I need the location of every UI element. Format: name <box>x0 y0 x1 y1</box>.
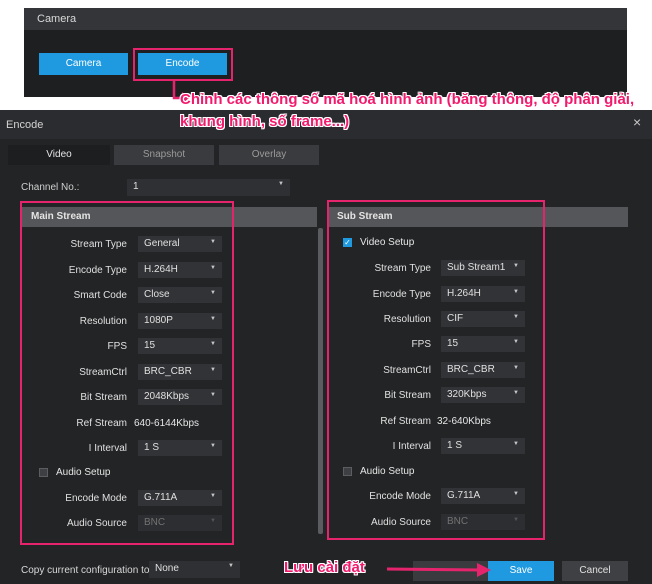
tab-snapshot[interactable]: Snapshot <box>114 145 214 165</box>
chevron-down-icon: ▼ <box>278 181 284 187</box>
cancel-button[interactable]: Cancel <box>562 561 628 581</box>
camera-panel-title: Camera <box>24 8 627 30</box>
camera-button[interactable]: Camera <box>39 53 128 75</box>
tab-video[interactable]: Video <box>8 145 110 165</box>
channel-value: 1 <box>133 181 139 192</box>
annotation-encode-note: Chỉnh các thông số mã hoá hình ảnh (băng… <box>180 91 635 130</box>
channel-label: Channel No.: <box>21 182 80 193</box>
tab-overlay[interactable]: Overlay <box>219 145 319 165</box>
copy-config-label: Copy current configuration to <box>21 565 150 576</box>
highlight-box-main-stream <box>20 201 234 545</box>
highlight-box-sub-stream <box>327 200 545 540</box>
save-button[interactable]: Save <box>488 561 554 581</box>
copy-config-value: None <box>155 563 179 574</box>
annotation-save-note: Lưu cài đặt <box>284 559 365 576</box>
arrow-icon <box>386 563 491 577</box>
scrollbar[interactable] <box>318 228 323 534</box>
chevron-down-icon: ▼ <box>228 563 234 569</box>
channel-select[interactable]: 1 ▼ <box>127 179 290 196</box>
copy-config-select[interactable]: None ▼ <box>149 561 240 578</box>
highlight-box-encode <box>133 48 233 81</box>
